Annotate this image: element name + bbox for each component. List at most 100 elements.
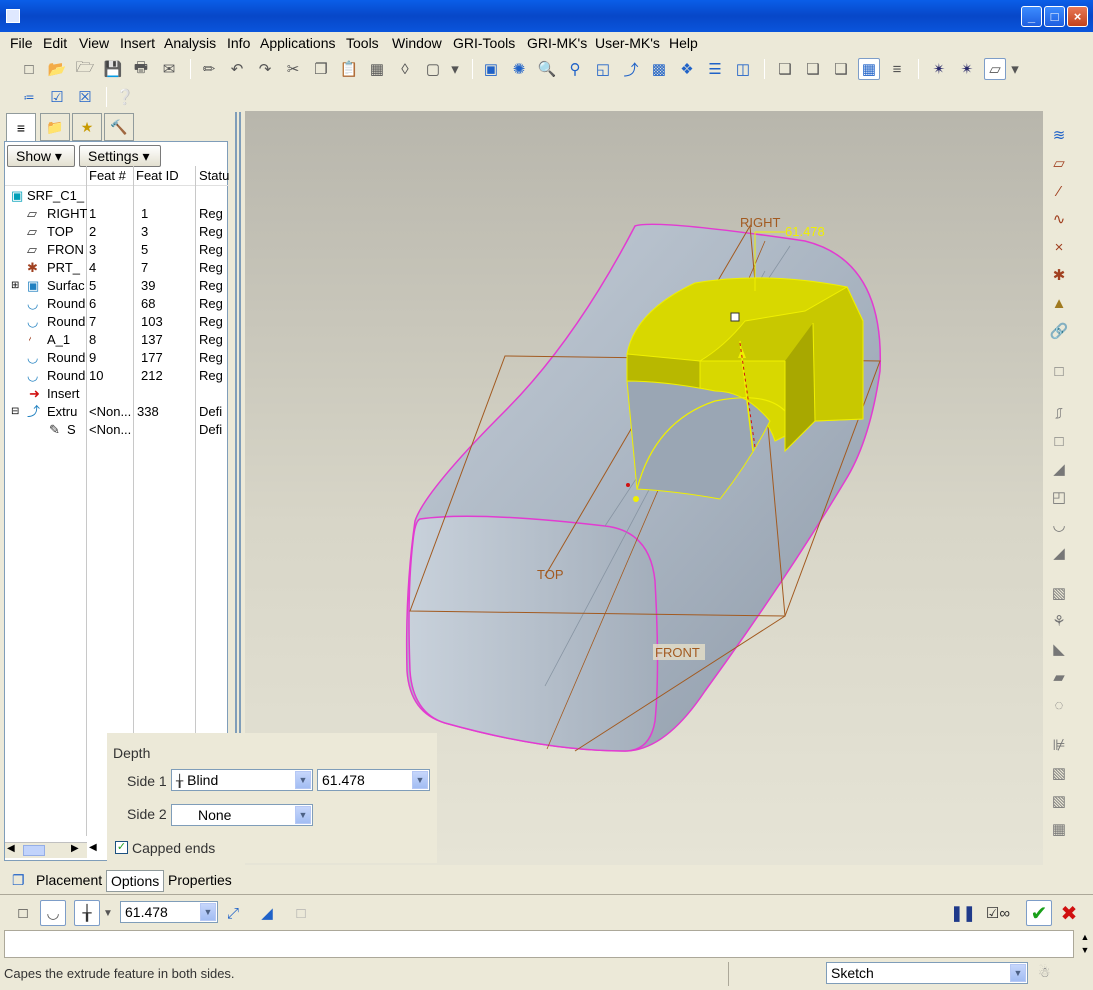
- blind-depth-icon[interactable]: ╁: [74, 900, 100, 926]
- column-feat-num[interactable]: Feat #: [89, 166, 126, 186]
- menu-tools[interactable]: Tools: [346, 35, 379, 51]
- menu-info[interactable]: Info: [227, 35, 250, 51]
- model-tree-tab-icon[interactable]: ≡: [6, 113, 36, 141]
- preview-icon[interactable]: ☑∞: [978, 902, 1018, 924]
- message-scroll[interactable]: ▲ ▼: [1077, 931, 1093, 957]
- horizontal-scrollbar[interactable]: ◀ ▶: [5, 842, 87, 858]
- paste-icon[interactable]: 📋: [338, 58, 360, 80]
- chevron-down-icon[interactable]: ▾: [448, 58, 462, 80]
- trim-tool-icon[interactable]: ▰: [1048, 666, 1070, 688]
- menu-analysis[interactable]: Analysis: [164, 35, 216, 51]
- no-hidden-icon[interactable]: ❑: [830, 58, 852, 80]
- redo-icon[interactable]: ↷: [254, 58, 276, 80]
- settings-button[interactable]: Settings ▾: [79, 145, 161, 167]
- surface-icon[interactable]: ◡: [40, 900, 66, 926]
- context-help-icon[interactable]: ❔: [114, 86, 136, 108]
- tree-row[interactable]: ▱ FRON 3 5 Reg: [5, 241, 227, 259]
- tree-row[interactable]: ◡ Round 9 177 Reg: [5, 349, 227, 367]
- find-icon[interactable]: ◊: [394, 58, 416, 80]
- column-status[interactable]: Statu: [199, 166, 230, 186]
- shading-icon[interactable]: ▦: [858, 58, 880, 80]
- tree-row[interactable]: ▱ RIGHT 1 1 Reg: [5, 205, 227, 223]
- open-icon[interactable]: 📂: [46, 58, 68, 80]
- offset-tool-icon[interactable]: ⊯: [1048, 734, 1070, 756]
- wireframe-icon[interactable]: ❑: [774, 58, 796, 80]
- menu-view[interactable]: View: [79, 35, 109, 51]
- remove-material-icon[interactable]: ◢: [256, 902, 278, 924]
- close-window-icon[interactable]: ☒: [74, 86, 96, 108]
- orient-icon[interactable]: ⤴: [620, 58, 642, 80]
- saved-views-icon[interactable]: ▩: [648, 58, 670, 80]
- undo-icon[interactable]: ↶: [226, 58, 248, 80]
- cancel-icon[interactable]: ✖: [1058, 902, 1080, 925]
- tree-row[interactable]: ✱ PRT_ 4 7 Reg: [5, 259, 227, 277]
- hidden-line-icon[interactable]: ❑: [802, 58, 824, 80]
- save-icon[interactable]: 💾: [102, 58, 124, 80]
- minimize-button[interactable]: _: [1021, 6, 1042, 27]
- expand-icon[interactable]: ⊞: [11, 277, 19, 295]
- datum-label-top[interactable]: TOP: [537, 567, 564, 582]
- menu-edit[interactable]: Edit: [43, 35, 67, 51]
- chevron-down-icon[interactable]: ▼: [412, 771, 428, 789]
- datum-label-front[interactable]: FRONT: [655, 645, 700, 660]
- side1-depth-input[interactable]: 61.478 ▼: [317, 769, 430, 791]
- chevron-down-icon[interactable]: ▼: [1010, 964, 1026, 982]
- tab-properties[interactable]: Properties: [164, 870, 236, 892]
- collapse-icon[interactable]: ⊟: [11, 403, 19, 421]
- round-tool-icon[interactable]: ◡: [1048, 514, 1070, 536]
- open-folder-icon[interactable]: 🗁: [74, 58, 96, 80]
- menu-user-mks[interactable]: User-MK's: [595, 35, 660, 51]
- tree-row[interactable]: ◡ Round 7 103 Reg: [5, 313, 227, 331]
- tab-placement[interactable]: Placement: [32, 870, 106, 892]
- select-box-icon[interactable]: ▢: [422, 58, 444, 80]
- solid-icon[interactable]: □: [12, 902, 34, 924]
- accept-icon[interactable]: ✔: [1026, 900, 1052, 926]
- chevron-down-icon[interactable]: ▼: [102, 902, 114, 924]
- chevron-down-icon[interactable]: ▼: [295, 771, 311, 789]
- pause-icon[interactable]: ❚❚: [950, 902, 975, 924]
- side1-type-select[interactable]: ╁ Blind ▼: [171, 769, 313, 791]
- cut-icon[interactable]: ✂: [282, 58, 304, 80]
- dimension-value[interactable]: 61.478: [785, 224, 825, 239]
- tree-row[interactable]: ▣ SRF_C1_: [5, 187, 227, 205]
- maximize-button[interactable]: □: [1044, 6, 1065, 27]
- flip-direction-icon[interactable]: ⤢: [222, 902, 244, 924]
- menu-gri-mks[interactable]: GRI-MK's: [527, 35, 587, 51]
- close-button[interactable]: ×: [1067, 6, 1088, 27]
- point-tool-icon[interactable]: ×: [1048, 236, 1070, 258]
- mirror-tool-icon[interactable]: ⚘: [1048, 610, 1070, 632]
- print-icon[interactable]: 🖶: [130, 58, 152, 80]
- chevron-down-icon[interactable]: ▼: [295, 806, 311, 824]
- refit-icon[interactable]: ◱: [592, 58, 614, 80]
- shell-tool-icon[interactable]: □: [1048, 430, 1070, 452]
- hole-tool-icon[interactable]: ⎎: [1048, 402, 1070, 424]
- chamfer-tool-icon[interactable]: ◢: [1048, 542, 1070, 564]
- show-button[interactable]: Show ▾: [7, 145, 75, 167]
- thicken-icon[interactable]: □: [290, 902, 312, 924]
- front-end-face[interactable]: [408, 515, 659, 752]
- axis-tool-icon[interactable]: ⁄: [1048, 180, 1070, 202]
- chevron-down-icon[interactable]: ▼: [200, 903, 216, 921]
- datum-axes-icon[interactable]: ✴: [956, 58, 978, 80]
- solidify-tool-icon[interactable]: ▧: [1048, 790, 1070, 812]
- menu-file[interactable]: File: [10, 35, 33, 51]
- tree-row[interactable]: ➜ Insert: [5, 385, 227, 403]
- checklist-icon[interactable]: ☑: [46, 86, 68, 108]
- sketch-tool-icon[interactable]: ≋: [1048, 124, 1070, 146]
- scroll-thumb[interactable]: [23, 845, 45, 856]
- spin-center-icon[interactable]: ✺: [508, 58, 530, 80]
- section-tool-icon[interactable]: □: [1048, 360, 1070, 382]
- connections-tab-icon[interactable]: 🔨: [104, 113, 134, 141]
- zoom-out-icon[interactable]: ⚲: [564, 58, 586, 80]
- tab-options[interactable]: Options: [106, 870, 165, 892]
- link-tool-icon[interactable]: 🔗: [1048, 320, 1070, 342]
- tree-row[interactable]: ⊞ ▣ Surfac 5 39 Reg: [5, 277, 227, 295]
- pattern-tool-icon[interactable]: ▧: [1048, 582, 1070, 604]
- capped-ends-checkbox[interactable]: ✓: [115, 841, 128, 854]
- paste-special-icon[interactable]: ▦: [366, 58, 388, 80]
- drag-handle[interactable]: [730, 312, 740, 322]
- datum-planes-icon[interactable]: ✴: [928, 58, 950, 80]
- menu-applications[interactable]: Applications: [260, 35, 336, 51]
- rib-tool-icon[interactable]: ◢: [1048, 458, 1070, 480]
- regenerate-icon[interactable]: ✏: [198, 58, 220, 80]
